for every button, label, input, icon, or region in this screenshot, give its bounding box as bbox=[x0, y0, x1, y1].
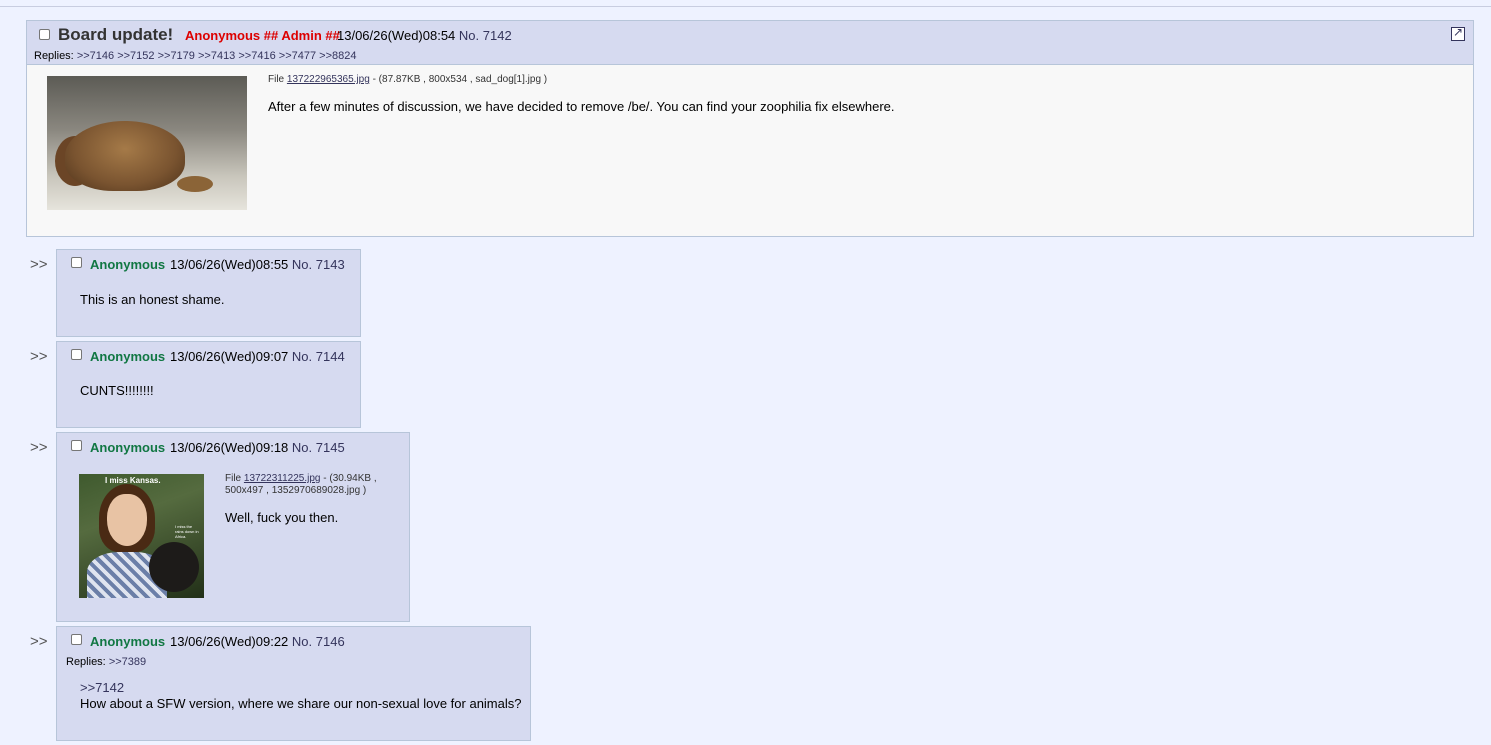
poster-name: Anonymous bbox=[90, 257, 166, 272]
post-select-checkbox[interactable] bbox=[71, 440, 82, 451]
op-header: Board update! Anonymous ## Admin ## 13/0… bbox=[27, 21, 1473, 65]
dog-paw-shape bbox=[177, 176, 213, 192]
file-meta: - (30.94KB , bbox=[323, 473, 377, 484]
post-datetime: 13/06/26(Wed)09:22 bbox=[170, 634, 289, 649]
post-select-checkbox[interactable] bbox=[71, 634, 82, 645]
quote-link[interactable]: >>7142 bbox=[80, 680, 124, 695]
image-caption-side: I miss the rains down in Africa. bbox=[175, 524, 199, 539]
poster-name: Anonymous bbox=[90, 634, 166, 649]
reply-link[interactable]: >>7389 bbox=[109, 656, 146, 668]
file-link[interactable]: 13722311225.jpg bbox=[244, 473, 321, 484]
op-file-info: File 137222965365.jpg - (87.87KB , 800x5… bbox=[268, 74, 547, 85]
reply-link[interactable]: >>7477 bbox=[279, 50, 316, 62]
post-message: This is an honest shame. bbox=[80, 292, 225, 307]
post-datetime: 13/06/26(Wed)09:07 bbox=[170, 349, 289, 364]
post-message: How about a SFW version, where we share … bbox=[80, 696, 522, 711]
op-message: After a few minutes of discussion, we ha… bbox=[268, 99, 895, 114]
reply-post-7146: Anonymous 13/06/26(Wed)09:22 No. 7146 Re… bbox=[56, 626, 531, 741]
reply-link[interactable]: >>7152 bbox=[117, 50, 154, 62]
reply-arrow: >> bbox=[30, 439, 48, 456]
post-number[interactable]: No. 7145 bbox=[292, 440, 345, 455]
reply-link[interactable]: >>8824 bbox=[319, 50, 356, 62]
op-meta: 13/06/26(Wed)08:54 No. 7142 bbox=[337, 28, 512, 43]
post-message-block: >>7142 How about a SFW version, where we… bbox=[80, 680, 522, 712]
oz-dog-shape bbox=[149, 542, 199, 592]
post-select-checkbox[interactable] bbox=[71, 257, 82, 268]
post-file-info: File 13722311225.jpg - (30.94KB , 500x49… bbox=[225, 473, 377, 497]
replies-label: Replies: bbox=[66, 656, 106, 668]
op-datetime: 13/06/26(Wed)08:54 bbox=[337, 28, 456, 43]
replies-label: Replies: bbox=[34, 50, 74, 62]
op-poster-name: Anonymous ## Admin ## bbox=[185, 28, 340, 43]
post-thumbnail-image[interactable]: I miss Kansas. I miss the rains down in … bbox=[79, 474, 204, 598]
post-meta: 13/06/26(Wed)09:07 No. 7144 bbox=[170, 349, 345, 364]
op-post-number[interactable]: No. 7142 bbox=[459, 28, 512, 43]
post-number[interactable]: No. 7146 bbox=[292, 634, 345, 649]
reply-post-7145: Anonymous 13/06/26(Wed)09:18 No. 7145 I … bbox=[56, 432, 410, 622]
reply-arrow: >> bbox=[30, 348, 48, 365]
reply-post-7144: Anonymous 13/06/26(Wed)09:07 No. 7144 CU… bbox=[56, 341, 361, 428]
dog-body-shape bbox=[65, 121, 185, 191]
file-label: File bbox=[268, 74, 285, 85]
post-message: Well, fuck you then. bbox=[225, 510, 339, 525]
op-subject: Board update! bbox=[58, 25, 174, 44]
poster-name: Anonymous bbox=[90, 440, 166, 455]
post-number[interactable]: No. 7143 bbox=[292, 257, 345, 272]
op-post: Board update! Anonymous ## Admin ## 13/0… bbox=[26, 20, 1474, 237]
file-link[interactable]: 137222965365.jpg bbox=[287, 74, 370, 85]
reply-arrow: >> bbox=[30, 256, 48, 273]
file-meta: 500x497 , 1352970689028.jpg ) bbox=[225, 485, 367, 496]
file-label: File bbox=[225, 473, 242, 484]
expand-icon[interactable] bbox=[1451, 25, 1465, 41]
post-meta: 13/06/26(Wed)08:55 No. 7143 bbox=[170, 257, 345, 272]
reply-link[interactable]: >>7413 bbox=[198, 50, 235, 62]
op-thumbnail-image[interactable] bbox=[47, 76, 247, 210]
poster-name: Anonymous bbox=[90, 349, 166, 364]
op-select-checkbox[interactable] bbox=[39, 29, 50, 40]
reply-link[interactable]: >>7179 bbox=[158, 50, 195, 62]
op-replies: Replies: >>7146 >>7152 >>7179 >>7413 >>7… bbox=[34, 50, 356, 62]
post-message: CUNTS!!!!!!!! bbox=[80, 383, 154, 398]
reply-link[interactable]: >>7146 bbox=[77, 50, 114, 62]
post-meta: 13/06/26(Wed)09:22 No. 7146 bbox=[170, 634, 345, 649]
post-datetime: 13/06/26(Wed)09:18 bbox=[170, 440, 289, 455]
image-caption-top: I miss Kansas. bbox=[105, 476, 161, 485]
reply-post-7143: Anonymous 13/06/26(Wed)08:55 No. 7143 Th… bbox=[56, 249, 361, 337]
post-datetime: 13/06/26(Wed)08:55 bbox=[170, 257, 289, 272]
reply-arrow: >> bbox=[30, 633, 48, 650]
reply-link[interactable]: >>7416 bbox=[238, 50, 275, 62]
post-replies: Replies: >>7389 bbox=[66, 656, 146, 668]
file-meta: - (87.87KB , 800x534 , sad_dog[1].jpg ) bbox=[372, 74, 548, 85]
post-meta: 13/06/26(Wed)09:18 No. 7145 bbox=[170, 440, 345, 455]
post-select-checkbox[interactable] bbox=[71, 349, 82, 360]
top-divider bbox=[0, 6, 1491, 7]
post-number[interactable]: No. 7144 bbox=[292, 349, 345, 364]
oz-face-shape bbox=[107, 494, 147, 546]
